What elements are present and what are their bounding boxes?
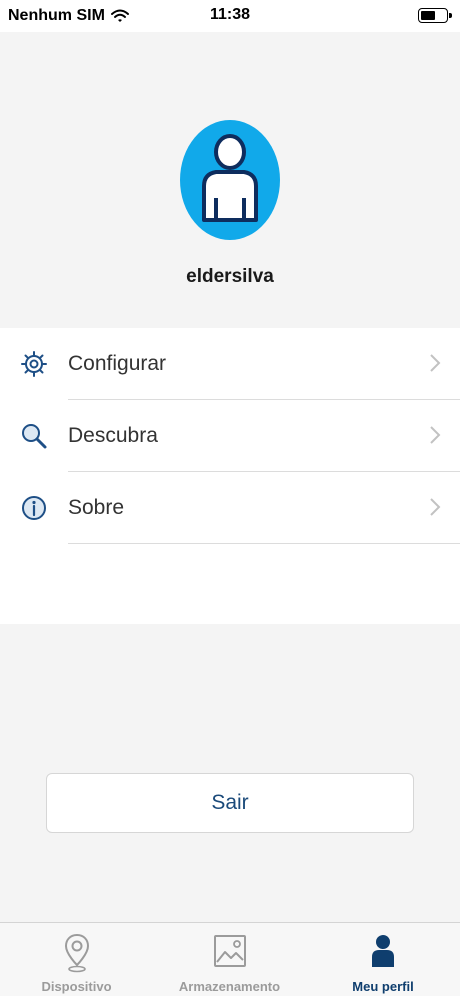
info-icon xyxy=(22,496,46,520)
avatar[interactable] xyxy=(180,120,280,240)
tab-label: Armazenamento xyxy=(178,979,281,994)
menu-item-configurar[interactable]: Configurar xyxy=(0,328,460,400)
menu-item-label: Configurar xyxy=(68,352,167,375)
menu-item-label: Sobre xyxy=(68,496,125,519)
logout-button[interactable]: Sair xyxy=(46,773,414,833)
location-pin-icon xyxy=(64,933,89,973)
gear-icon xyxy=(21,351,47,377)
menu-item-label: Descubra xyxy=(68,424,158,447)
tab-label: Dispositivo xyxy=(41,979,112,994)
menu-item-sobre[interactable]: Sobre xyxy=(0,472,460,544)
chevron-right-icon xyxy=(430,426,441,444)
person-avatar-icon xyxy=(202,134,258,222)
tab-meu-perfil[interactable]: Meu perfil xyxy=(306,923,460,996)
profile-menu: Configurar Descubra Sobre xyxy=(0,328,460,624)
image-icon xyxy=(213,935,246,967)
person-icon xyxy=(372,935,394,967)
tab-armazenamento[interactable]: Armazenamento xyxy=(153,923,306,996)
magnifier-icon xyxy=(22,424,47,449)
tab-label: Meu perfil xyxy=(352,979,414,994)
divider xyxy=(68,543,460,544)
menu-item-descubra[interactable]: Descubra xyxy=(0,400,460,472)
tab-bar: Dispositivo Armazenamento Meu perfil xyxy=(0,922,460,996)
chevron-right-icon xyxy=(430,354,441,372)
battery-icon xyxy=(418,8,452,23)
status-bar: Nenhum SIM 11:38 xyxy=(0,0,460,32)
profile-header: eldersilva xyxy=(0,32,460,328)
status-time: 11:38 xyxy=(209,6,251,23)
username: eldersilva xyxy=(186,266,274,287)
chevron-right-icon xyxy=(430,498,441,516)
tab-dispositivo[interactable]: Dispositivo xyxy=(0,923,153,996)
